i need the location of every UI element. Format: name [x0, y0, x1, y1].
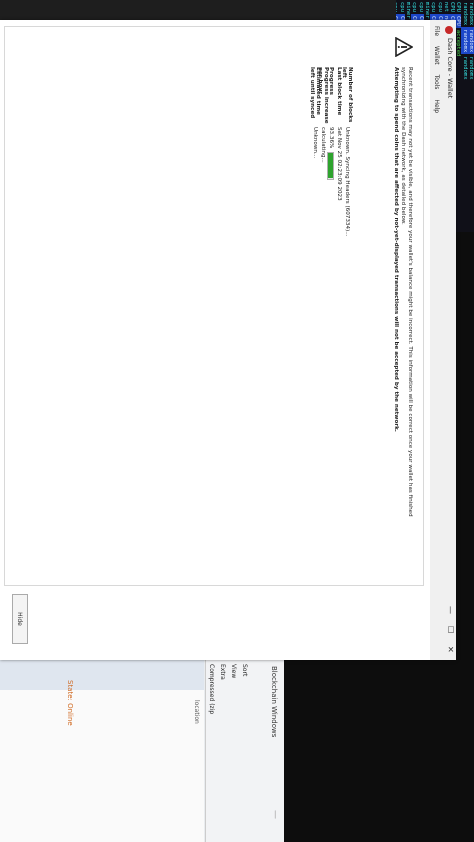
explorer-sidebar	[0, 660, 204, 690]
terminal-cell: CPU	[455, 13, 462, 28]
sync-overlay: Recent transactions may not yet be visib…	[4, 26, 424, 586]
minimize-button[interactable]: —	[446, 606, 455, 614]
blocks-left-label: Number of blocks left	[341, 67, 353, 123]
compressed-label: Compressed (zip	[208, 664, 215, 715]
terminal-cell: cpu	[417, 2, 424, 12]
terminal-cell: net	[442, 2, 449, 12]
screen: randomx randomx randomx randomx randomx rando…	[0, 0, 474, 842]
progress-bar-fill	[328, 153, 334, 178]
terminal-cell: cpu	[430, 2, 437, 12]
eta-label: Estimated time left until synced	[309, 67, 321, 119]
menu-tools[interactable]: Tools	[430, 75, 442, 90]
terminal-cell: accepted	[455, 29, 462, 57]
menu-file[interactable]: File	[430, 26, 442, 36]
terminal-cell: miner	[423, 2, 430, 19]
sync-info-table: Number of blocks left Unknown. Syncing H…	[309, 67, 353, 237]
state-online-label: State: Online	[66, 680, 74, 726]
explorer-title: Blockchain Windows	[270, 666, 278, 738]
eta-value: Unknown...	[312, 127, 318, 159]
menu-bar: File Wallet Tools Help	[430, 20, 442, 660]
explorer-file-list: location State: Online	[0, 660, 204, 842]
explorer-toolbar: Blockchain Windows — Sort View Extra Com…	[205, 660, 284, 842]
terminal-cell: cpu	[398, 2, 405, 12]
terminal-cell: cpu	[436, 2, 443, 12]
maximize-button[interactable]: ☐	[446, 626, 455, 633]
location-column: location	[193, 700, 200, 724]
progress-value: 93.36%	[328, 127, 334, 149]
terminal-line: randomx randomx randomx	[467, 0, 474, 232]
terminal-cell: randomx	[461, 27, 468, 55]
explorer-window: Blockchain Windows — Sort View Extra Com…	[0, 660, 284, 842]
terminal-cell: randomx	[468, 56, 474, 80]
terminal-cell: cpu	[411, 2, 418, 12]
terminal-cell: randomx	[461, 56, 468, 80]
terminal-cell: randomx	[468, 2, 474, 26]
terminal-cell: randomx	[461, 2, 468, 26]
terminal-cell: CPU	[455, 2, 462, 12]
warning-line-2: the Dash network, as detailed below.	[400, 121, 406, 225]
sync-warning-text: Recent transactions may not yet be visib…	[392, 67, 413, 527]
last-block-row: Last block time Sat Nov 25 02:23:09 2023	[335, 67, 343, 237]
warning-line-3: Attempting to spend coins that are affec…	[393, 67, 399, 432]
last-block-label: Last block time	[336, 67, 342, 116]
dash-core-window: Dash Core - Wallet — ☐ ✕ File Wallet Too…	[0, 20, 456, 660]
menu-help[interactable]: Help	[430, 99, 442, 113]
blocks-left-row: Number of blocks left Unknown. Syncing H…	[341, 67, 353, 237]
increase-value: calculating...	[320, 127, 326, 163]
blocks-left-value: Unknown. Syncing Headers (607334)...	[344, 127, 350, 237]
terminal-line: CPU CPU accepted	[455, 0, 462, 232]
menu-wallet[interactable]: Wallet	[430, 46, 442, 65]
sort-button[interactable]: Sort	[241, 664, 248, 714]
view-button[interactable]: View	[230, 664, 237, 714]
window-title: Dash Core - Wallet	[446, 38, 454, 99]
close-button[interactable]: ✕	[446, 646, 455, 653]
terminal-cell: cpu	[396, 2, 399, 12]
eta-row: Estimated time left until synced Unknown…	[309, 67, 321, 237]
progress-bar	[327, 152, 335, 181]
hide-button[interactable]: Hide	[12, 594, 28, 644]
terminal-line: randomx randomx randomx	[461, 0, 468, 232]
dash-logo-icon	[445, 26, 453, 34]
terminal-cell: CPU	[449, 2, 456, 12]
last-block-value: Sat Nov 25 02:23:09 2023	[336, 127, 342, 201]
extract-button[interactable]: Extra	[219, 664, 226, 714]
explorer-minimize-button[interactable]: —	[270, 810, 280, 819]
terminal-cell: randomx	[467, 27, 474, 55]
warning-icon	[395, 37, 413, 57]
title-bar: Dash Core - Wallet — ☐ ✕	[442, 20, 456, 660]
terminal-cell: miner	[405, 2, 412, 19]
